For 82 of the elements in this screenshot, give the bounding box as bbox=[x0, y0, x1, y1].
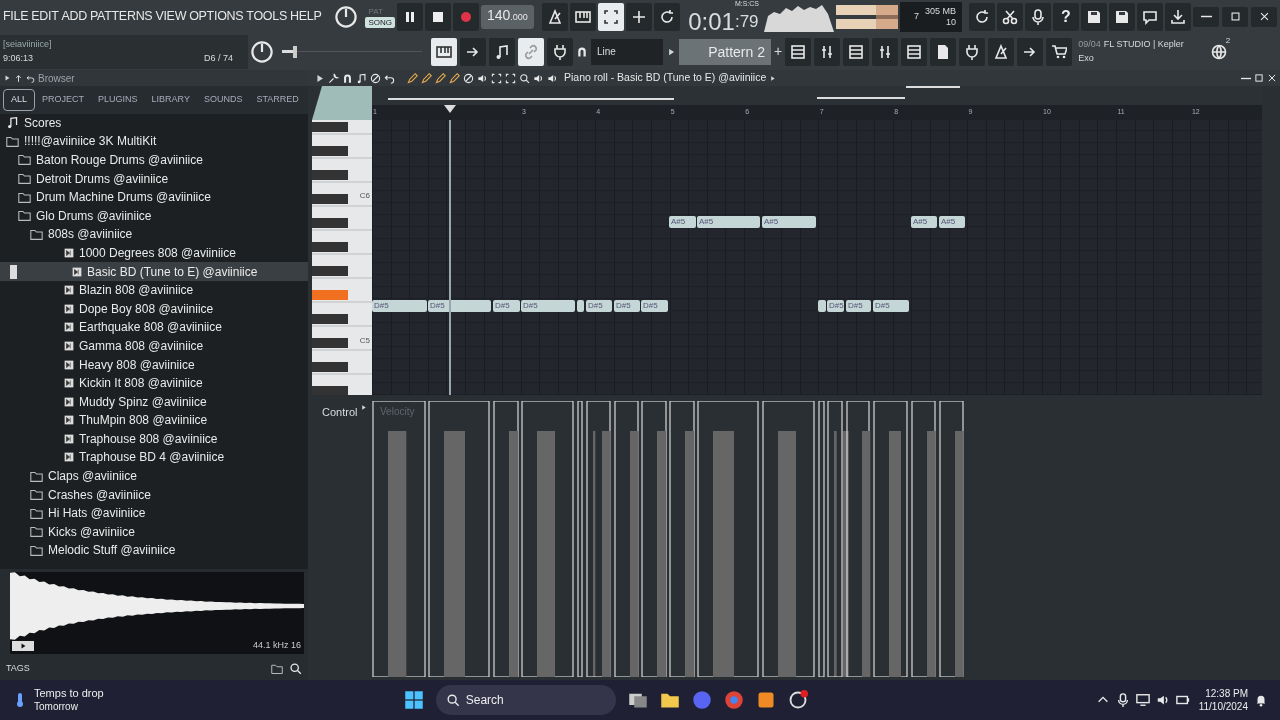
cpu-value: 7 bbox=[913, 11, 919, 22]
browser-tab[interactable]: PROJECT bbox=[35, 89, 92, 111]
tree-item[interactable]: 808s @aviiniice bbox=[0, 225, 308, 244]
note[interactable]: D#5 bbox=[641, 300, 668, 312]
clock-time[interactable]: 12:38 PM bbox=[1205, 687, 1248, 700]
menu-item[interactable]: ADD bbox=[61, 7, 87, 26]
memory-value: 305 MB bbox=[924, 5, 956, 17]
polyphony-value: 10 bbox=[946, 16, 956, 28]
tree-item[interactable]: Scores bbox=[0, 113, 308, 133]
hint-note: D6 / 74 bbox=[203, 51, 233, 65]
control-label: Control bbox=[322, 405, 358, 420]
menu-item[interactable]: FILE bbox=[3, 7, 29, 26]
note[interactable]: D#5 bbox=[428, 300, 491, 312]
tree-item[interactable]: Traphouse BD 4 @aviiniice bbox=[0, 448, 308, 467]
menu-item[interactable]: EDIT bbox=[31, 7, 59, 26]
menu-item[interactable]: VIEW bbox=[155, 7, 187, 26]
tree-item[interactable]: Earthquake 808 @aviiniice bbox=[0, 318, 308, 337]
sample-info: 44.1 kHz 16 bbox=[252, 638, 301, 652]
news-panel[interactable]: 09/04 FL STUDIO | Kepler Exo bbox=[1078, 38, 1197, 65]
mode-toggle[interactable]: SONG bbox=[365, 16, 395, 28]
note[interactable]: D#5 bbox=[493, 300, 520, 312]
news-subtitle: Exo bbox=[1078, 51, 1095, 65]
hint-time: 9:06:13 bbox=[3, 51, 34, 65]
news-title: FL STUDIO | Kepler bbox=[1103, 38, 1184, 51]
tree-item[interactable]: Glo Drums @aviiniice bbox=[0, 206, 308, 226]
tree-item[interactable]: Basic BD (Tune to E) @aviiniice bbox=[0, 262, 308, 281]
note[interactable]: A#5 bbox=[669, 216, 696, 228]
snap-dropdown[interactable]: Line bbox=[591, 38, 663, 65]
menu-item[interactable]: OPTIONS bbox=[189, 7, 244, 26]
tree-item[interactable]: Blazin 808 @aviiniice bbox=[0, 280, 308, 300]
weather-subtitle: Tomorrow bbox=[34, 700, 79, 713]
clock-date[interactable]: 11/10/2024 bbox=[1198, 700, 1248, 713]
tree-item[interactable]: Kicks @aviiniice bbox=[0, 522, 308, 542]
taskbar-search[interactable]: Search bbox=[435, 685, 616, 715]
menu-item[interactable]: TOOLS bbox=[246, 7, 287, 26]
note[interactable]: D#5 bbox=[521, 300, 575, 312]
browser-title: Browser bbox=[38, 71, 75, 86]
tree-item[interactable]: ThuMpin 808 @aviiniice bbox=[0, 411, 308, 430]
tree-item[interactable]: Claps @aviiniice bbox=[0, 466, 308, 486]
tree-item[interactable]: Drum Machine Drums @aviiniice bbox=[0, 187, 308, 207]
tempo-field[interactable]: 140.000 bbox=[481, 4, 534, 29]
help-button[interactable]: ? bbox=[1053, 2, 1079, 31]
tree-item[interactable]: Kickin It 808 @aviiniice bbox=[0, 373, 308, 393]
tree-item[interactable]: Baton Rouge Drums @aviiniice bbox=[0, 150, 308, 170]
piano-roll-title: Piano roll - Basic BD (Tune to E) @aviiniice bbox=[564, 70, 767, 86]
browser-tab[interactable]: ALL bbox=[3, 89, 35, 111]
key-label: C5 bbox=[359, 335, 370, 347]
note[interactable]: A#5 bbox=[762, 216, 816, 228]
browser-tab[interactable]: STARRED bbox=[249, 89, 306, 111]
note[interactable]: A#5 bbox=[939, 216, 965, 228]
tree-item[interactable]: 1000 Degrees 808 @aviiniice bbox=[0, 243, 308, 263]
browser-tab[interactable]: LIBRARY bbox=[144, 89, 197, 111]
tree-item[interactable]: Melodic Stuff @aviiniice bbox=[0, 541, 308, 560]
tree-item[interactable]: Dope Boy 808 @aviiniice bbox=[0, 299, 308, 319]
pattern-selector[interactable]: Pattern 2 bbox=[679, 38, 771, 65]
tree-item[interactable]: Muddy Spinz @aviiniice bbox=[0, 392, 308, 411]
tree-item[interactable]: Heavy 808 @aviiniice bbox=[0, 355, 308, 374]
menu-item[interactable]: HELP bbox=[289, 7, 322, 26]
note[interactable]: D#5 bbox=[372, 300, 427, 312]
key-label: C6 bbox=[359, 190, 370, 202]
news-date: 09/04 bbox=[1078, 38, 1101, 51]
note[interactable]: D#5 bbox=[614, 300, 640, 312]
tree-item[interactable]: Crashes @aviiniice bbox=[0, 485, 308, 504]
weather-title[interactable]: Temps to drop bbox=[34, 687, 104, 700]
add-pattern-button[interactable]: + bbox=[774, 41, 783, 62]
tree-item[interactable]: Hi Hats @aviiniice bbox=[0, 503, 308, 523]
menu-item[interactable]: PATTERNS bbox=[90, 7, 153, 26]
tags-label: TAGS bbox=[6, 661, 30, 675]
note[interactable]: D#5 bbox=[873, 300, 909, 312]
hint-user: [seiaviiniice] bbox=[3, 38, 53, 51]
tree-item[interactable]: Traphouse 808 @aviiniice bbox=[0, 429, 308, 449]
tree-item[interactable]: !!!!!@aviiniice 3K MultiKit bbox=[0, 132, 308, 151]
note[interactable]: D#5 bbox=[846, 300, 871, 312]
note[interactable]: A#5 bbox=[911, 216, 937, 228]
browser-tab[interactable]: PLUGINS bbox=[91, 89, 145, 111]
note[interactable]: A#5 bbox=[697, 216, 760, 228]
browser-tab[interactable]: SOUNDS bbox=[196, 89, 250, 111]
notification-count: 2 bbox=[1225, 34, 1231, 47]
tree-item[interactable]: Gamma 808 @aviiniice bbox=[0, 336, 308, 356]
note[interactable]: D#5 bbox=[586, 300, 612, 312]
note[interactable]: D#5 bbox=[827, 300, 844, 312]
tree-item[interactable]: Detroit Drums @aviiniice bbox=[0, 169, 308, 188]
